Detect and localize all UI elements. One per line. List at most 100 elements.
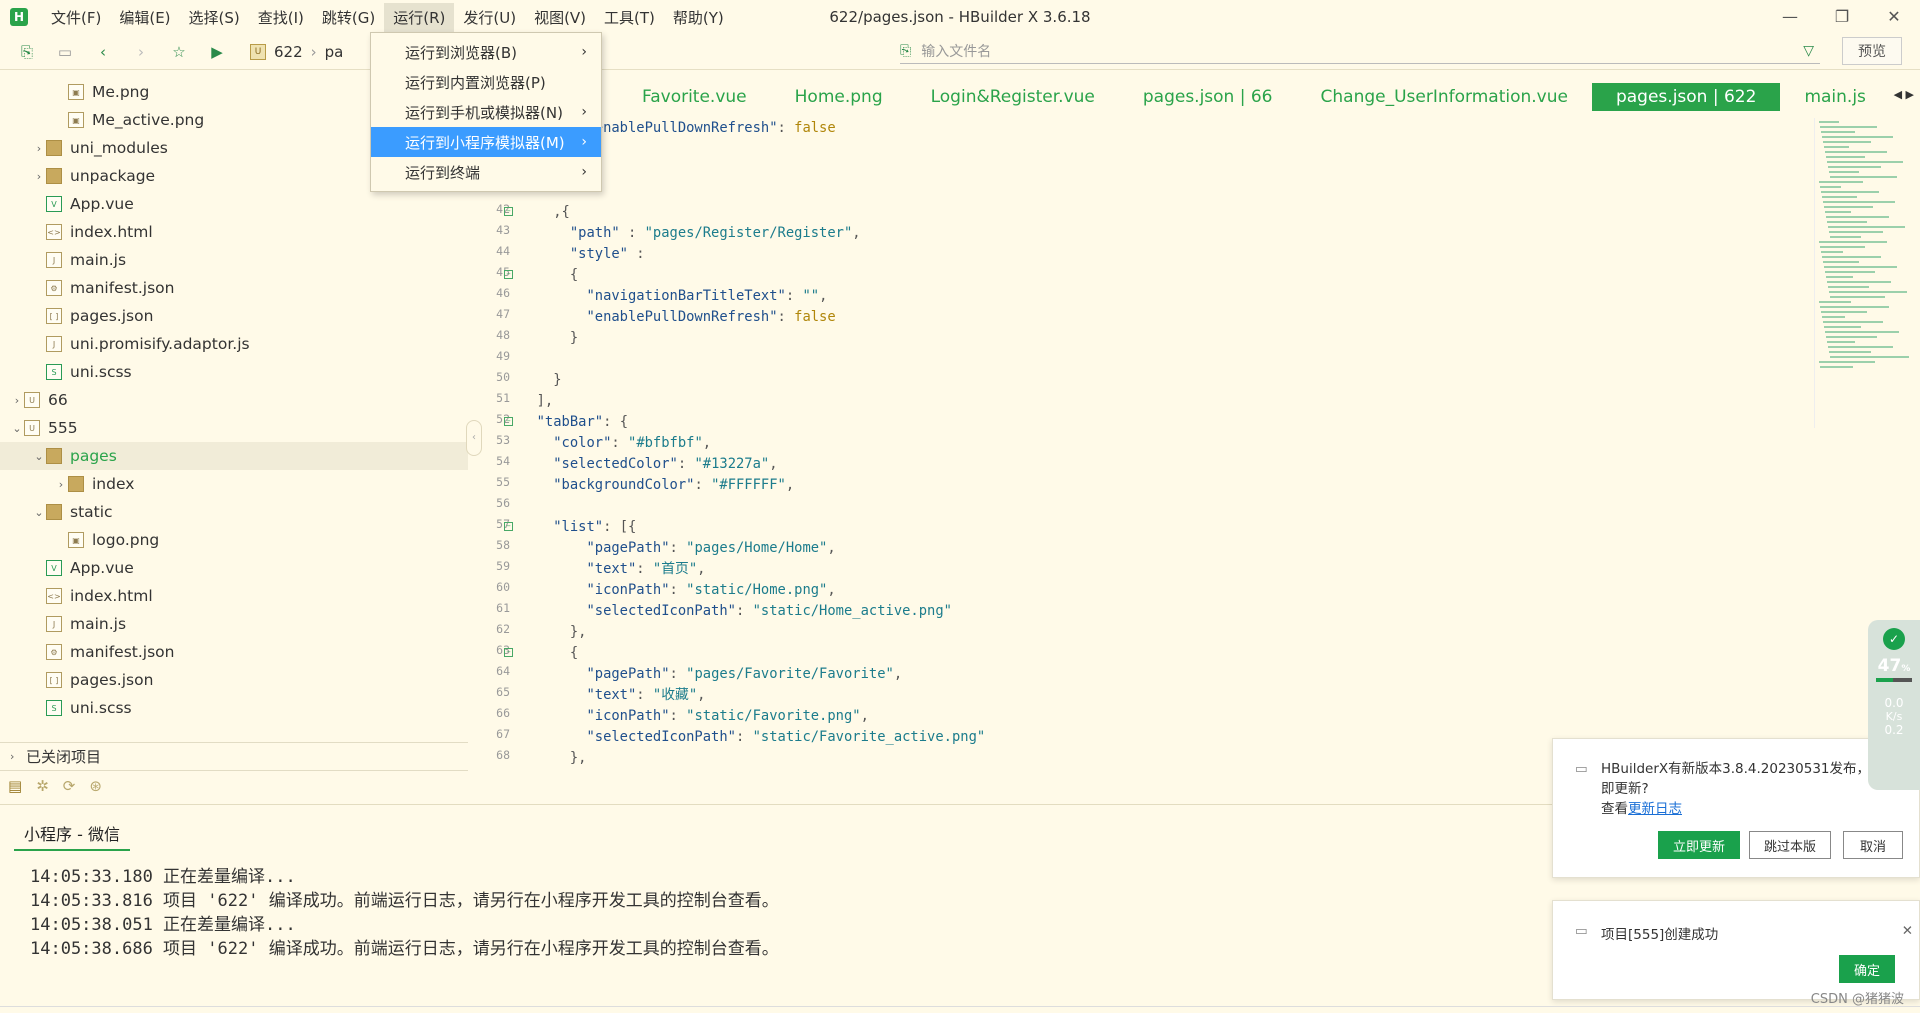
breadcrumb-project[interactable]: 622 <box>274 43 303 61</box>
filter-icon[interactable]: ▽ <box>1803 43 1814 59</box>
speed-widget[interactable]: ✓ 47% 0.0 K/s 0.2 <box>1868 620 1920 790</box>
plugin-icon[interactable]: ⊛ <box>89 777 102 795</box>
run-menu-item[interactable]: 运行到手机或模拟器(N) › <box>371 97 601 127</box>
code-line[interactable]: ], <box>520 391 985 412</box>
debug-icon[interactable]: ✲ <box>36 777 49 795</box>
editor-tab[interactable]: pages.json | 66 <box>1119 83 1297 111</box>
fold-toggle-icon[interactable]: − <box>504 417 513 426</box>
editor-tab[interactable]: pages.json | 622 <box>1591 83 1781 111</box>
expand-arrow-icon[interactable]: ⌄ <box>32 506 46 519</box>
menu-item-4[interactable]: 跳转(G) <box>313 3 384 32</box>
notification-close-icon[interactable]: ✕ <box>1902 923 1913 939</box>
code-line[interactable]: "path" : "pages/Register/Register", <box>520 223 985 244</box>
file-search-input[interactable]: 输入文件名 <box>921 41 991 61</box>
fold-toggle-icon[interactable]: − <box>504 522 513 531</box>
skip-version-button[interactable]: 跳过本版 <box>1749 831 1831 859</box>
save-icon[interactable]: ▭ <box>54 41 76 63</box>
file-tree-item[interactable]: ⌄ U 555 <box>0 414 468 442</box>
menu-item-3[interactable]: 查找(I) <box>249 3 313 32</box>
run-icon[interactable]: ▶ <box>206 41 228 63</box>
code-area[interactable]: "enablePullDownRefresh": false } } ,{ "p… <box>520 118 986 769</box>
code-line[interactable]: { <box>520 643 985 664</box>
editor-tab[interactable]: Home.png <box>771 83 907 111</box>
file-tree-item[interactable]: <> index.html <box>0 582 468 610</box>
code-line[interactable]: "selectedIconPath": "static/Home_active.… <box>520 601 985 622</box>
editor-tab[interactable]: Change_UserInformation.vue <box>1297 83 1592 111</box>
file-tree-item[interactable]: Suni.scss <box>0 358 468 386</box>
menu-item-7[interactable]: 视图(V) <box>525 3 595 32</box>
run-menu-item[interactable]: 运行到终端 › <box>371 157 601 187</box>
expand-arrow-icon[interactable]: › <box>10 394 24 407</box>
update-now-button[interactable]: 立即更新 <box>1658 831 1740 859</box>
menu-item-6[interactable]: 发行(U) <box>454 3 525 32</box>
bookmark-star-icon[interactable]: ☆ <box>168 41 190 63</box>
code-line[interactable]: } <box>520 370 985 391</box>
minimap[interactable] <box>1814 118 1914 428</box>
expand-arrow-icon[interactable]: › <box>54 478 68 491</box>
ok-button[interactable]: 确定 <box>1839 955 1895 983</box>
menu-item-1[interactable]: 编辑(E) <box>110 3 179 32</box>
code-line[interactable]: "enablePullDownRefresh": false <box>520 307 985 328</box>
file-search[interactable]: ⎘ 输入文件名 ▽ <box>900 38 1820 64</box>
code-line[interactable]: { <box>520 265 985 286</box>
tab-scroll-arrows-icon[interactable]: ◀ ▶ <box>1894 88 1914 101</box>
file-tree-item[interactable]: Jmain.js <box>0 610 468 638</box>
code-line[interactable]: "navigationBarTitleText": "", <box>520 286 985 307</box>
close-button[interactable]: ✕ <box>1868 0 1920 32</box>
code-line[interactable]: "color": "#bfbfbf", <box>520 433 985 454</box>
code-line[interactable]: "pagePath": "pages/Favorite/Favorite", <box>520 664 985 685</box>
run-menu-item[interactable]: 运行到内置浏览器(P) <box>371 67 601 97</box>
breadcrumb-file[interactable]: pa <box>325 43 344 61</box>
code-line[interactable]: "backgroundColor": "#FFFFFF", <box>520 475 985 496</box>
console-tab-wechat-miniprogram[interactable]: 小程序 - 微信 <box>14 821 130 851</box>
code-line[interactable] <box>520 496 985 517</box>
file-tree-item[interactable]: ⚙ manifest.json <box>0 274 468 302</box>
fold-toggle-icon[interactable]: − <box>504 207 513 216</box>
file-tree-item[interactable]: [ ] pages.json <box>0 666 468 694</box>
search-replace-icon[interactable]: ⟳ <box>63 777 76 795</box>
code-line[interactable]: "text": "首页", <box>520 559 985 580</box>
expand-arrow-icon[interactable]: ⌄ <box>10 422 24 435</box>
code-line[interactable]: "list": [{ <box>520 517 985 538</box>
forward-icon[interactable]: › <box>130 41 152 63</box>
code-line[interactable]: } <box>520 328 985 349</box>
code-line[interactable]: "iconPath": "static/Favorite.png", <box>520 706 985 727</box>
code-line[interactable]: }, <box>520 748 985 769</box>
code-line[interactable]: ,{ <box>520 202 985 223</box>
code-line[interactable] <box>520 349 985 370</box>
expand-arrow-icon[interactable]: › <box>32 170 46 183</box>
file-tree-item[interactable]: ⚙ manifest.json <box>0 638 468 666</box>
menu-item-0[interactable]: 文件(F) <box>42 3 110 32</box>
menu-item-5[interactable]: 运行(R) <box>384 2 455 32</box>
code-line[interactable]: "iconPath": "static/Home.png", <box>520 580 985 601</box>
minimize-button[interactable]: — <box>1764 0 1816 32</box>
menu-item-8[interactable]: 工具(T) <box>595 3 664 32</box>
menu-item-2[interactable]: 选择(S) <box>180 3 249 32</box>
editor-tab[interactable]: main.js <box>1780 83 1889 111</box>
menu-item-9[interactable]: 帮助(Y) <box>664 3 733 32</box>
code-line[interactable]: "selectedColor": "#13227a", <box>520 454 985 475</box>
file-tree-item[interactable]: Suni.scss <box>0 694 468 722</box>
preview-button[interactable]: 预览 <box>1842 37 1902 65</box>
file-tree-item[interactable]: Jmain.js <box>0 246 468 274</box>
project-manager-icon[interactable]: ▤ <box>8 777 22 795</box>
new-file-icon[interactable]: ⎘ <box>16 41 38 63</box>
file-tree-item[interactable]: › U 66 <box>0 386 468 414</box>
expand-arrow-icon[interactable]: › <box>32 142 46 155</box>
file-tree-item[interactable]: › index <box>0 470 468 498</box>
run-menu-item[interactable]: 运行到小程序模拟器(M) › <box>371 127 601 157</box>
file-tree-item[interactable]: <> index.html <box>0 218 468 246</box>
code-line[interactable]: "style" : <box>520 244 985 265</box>
fold-toggle-icon[interactable]: − <box>504 648 513 657</box>
expand-arrow-icon[interactable]: ⌄ <box>32 450 46 463</box>
file-tree-item[interactable]: ⌄ static <box>0 498 468 526</box>
code-line[interactable]: "selectedIconPath": "static/Favorite_act… <box>520 727 985 748</box>
changelog-link[interactable]: 更新日志 <box>1628 801 1682 817</box>
file-tree-item[interactable]: V App.vue <box>0 554 468 582</box>
back-icon[interactable]: ‹ <box>92 41 114 63</box>
editor-tab[interactable]: Login&Register.vue <box>907 83 1119 111</box>
run-menu-item[interactable]: 运行到浏览器(B) › <box>371 37 601 67</box>
file-tree-item[interactable]: V App.vue <box>0 190 468 218</box>
fold-toggle-icon[interactable]: − <box>504 270 513 279</box>
maximize-button[interactable]: ❐ <box>1816 0 1868 32</box>
